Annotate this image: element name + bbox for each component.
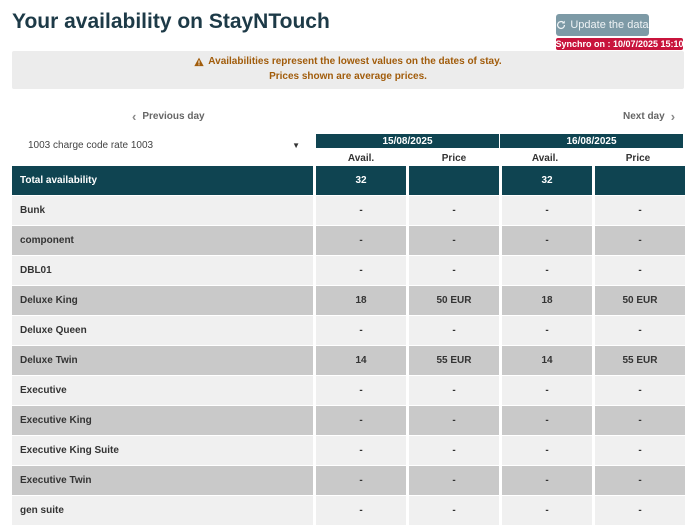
avail-cell: - [316, 376, 406, 406]
price-cell: - [409, 256, 499, 286]
avail-cell: 14 [316, 346, 406, 376]
table-row: Executive King Suite - - - - [12, 436, 685, 466]
price-cell: - [595, 226, 685, 256]
table-row: Bunk - - - - [12, 196, 685, 226]
price-cell: - [409, 406, 499, 436]
room-type-name: Executive [12, 376, 313, 406]
avail-cell: - [316, 316, 406, 346]
avail-cell: - [502, 376, 592, 406]
room-type-name: Executive King [12, 406, 313, 436]
room-type-name: Bunk [12, 196, 313, 226]
room-type-name: Deluxe Queen [12, 316, 313, 346]
avail-header-2: Avail. [531, 152, 559, 164]
avail-cell: - [502, 496, 592, 526]
caret-down-icon: ▼ [292, 140, 300, 150]
price-cell: - [595, 436, 685, 466]
avail-cell: 18 [502, 286, 592, 316]
room-type-name: DBL01 [12, 256, 313, 286]
avail-cell: - [502, 436, 592, 466]
price-cell: - [595, 466, 685, 496]
table-row: Executive King - - - - [12, 406, 685, 436]
availability-table: Total availability 32 32 Bunk - - - - component -… [9, 166, 688, 526]
price-cell: - [595, 196, 685, 226]
price-cell [595, 166, 685, 196]
price-cell: - [409, 466, 499, 496]
price-header-2: Price [625, 152, 651, 164]
notice-box: Availabilities represent the lowest valu… [12, 51, 684, 89]
price-cell: - [409, 496, 499, 526]
room-type-name: Total availability [12, 166, 313, 196]
notice-text-2: Prices shown are average prices. [269, 71, 427, 82]
previous-day-label: Previous day [142, 111, 205, 122]
page-title: Your availability on StayNTouch [12, 10, 330, 33]
warning-icon [194, 57, 204, 66]
price-cell: - [595, 376, 685, 406]
avail-cell: - [502, 316, 592, 346]
avail-cell: 18 [316, 286, 406, 316]
table-row: Executive - - - - [12, 376, 685, 406]
price-cell: - [595, 406, 685, 436]
previous-day-button[interactable]: ‹ Previous day [132, 109, 205, 124]
synchro-badge: Synchro on : 10/07/2025 15:10 [555, 38, 684, 50]
avail-cell: - [502, 466, 592, 496]
price-cell: - [409, 226, 499, 256]
chevron-left-icon: ‹ [132, 109, 137, 124]
date-header-2: 16/08/2025 [500, 134, 683, 148]
avail-cell: - [316, 436, 406, 466]
price-cell: - [409, 376, 499, 406]
next-day-label: Next day [623, 111, 665, 122]
table-row: Deluxe King 18 50 EUR 18 50 EUR [12, 286, 685, 316]
room-type-name: Executive King Suite [12, 436, 313, 466]
price-cell: 55 EUR [409, 346, 499, 376]
table-row: Deluxe Queen - - - - [12, 316, 685, 346]
price-cell: - [409, 316, 499, 346]
price-cell: 50 EUR [409, 286, 499, 316]
room-type-name: gen suite [12, 496, 313, 526]
avail-cell: - [316, 406, 406, 436]
avail-cell: 32 [502, 166, 592, 196]
price-cell: - [595, 496, 685, 526]
avail-cell: - [316, 256, 406, 286]
update-data-label: Update the data [570, 19, 649, 31]
date-header-1: 15/08/2025 [316, 134, 499, 148]
avail-cell: - [316, 196, 406, 226]
avail-cell: - [502, 406, 592, 436]
price-cell [409, 166, 499, 196]
rate-select[interactable]: 1003 charge code rate 1003 ▼ [28, 138, 300, 152]
price-cell: 50 EUR [595, 286, 685, 316]
notice-text-1: Availabilities represent the lowest valu… [208, 56, 502, 67]
avail-cell: - [502, 196, 592, 226]
price-cell: 55 EUR [595, 346, 685, 376]
avail-cell: - [316, 466, 406, 496]
room-type-name: Deluxe Twin [12, 346, 313, 376]
rate-select-value: 1003 charge code rate 1003 [28, 139, 154, 151]
room-type-name: component [12, 226, 313, 256]
chevron-right-icon: › [670, 109, 676, 124]
avail-cell: - [502, 226, 592, 256]
room-type-name: Deluxe King [12, 286, 313, 316]
avail-cell: 14 [502, 346, 592, 376]
avail-cell: - [316, 226, 406, 256]
price-cell: - [595, 316, 685, 346]
table-row: gen suite - - - - [12, 496, 685, 526]
refresh-icon [557, 20, 566, 30]
price-cell: - [409, 196, 499, 226]
avail-cell: - [502, 256, 592, 286]
next-day-button[interactable]: Next day › [623, 109, 675, 124]
price-cell: - [595, 256, 685, 286]
room-type-name: Executive Twin [12, 466, 313, 496]
total-row: Total availability 32 32 [12, 166, 685, 196]
price-header-1: Price [441, 152, 467, 164]
table-row: component - - - - [12, 226, 685, 256]
avail-cell: 32 [316, 166, 406, 196]
table-row: Executive Twin - - - - [12, 466, 685, 496]
table-row: DBL01- - - - [12, 256, 685, 286]
update-data-button[interactable]: Update the data [556, 14, 649, 36]
table-row: Deluxe Twin 14 55 EUR 14 55 EUR [12, 346, 685, 376]
avail-cell: - [316, 496, 406, 526]
price-cell: - [409, 436, 499, 466]
avail-header-1: Avail. [347, 152, 375, 164]
